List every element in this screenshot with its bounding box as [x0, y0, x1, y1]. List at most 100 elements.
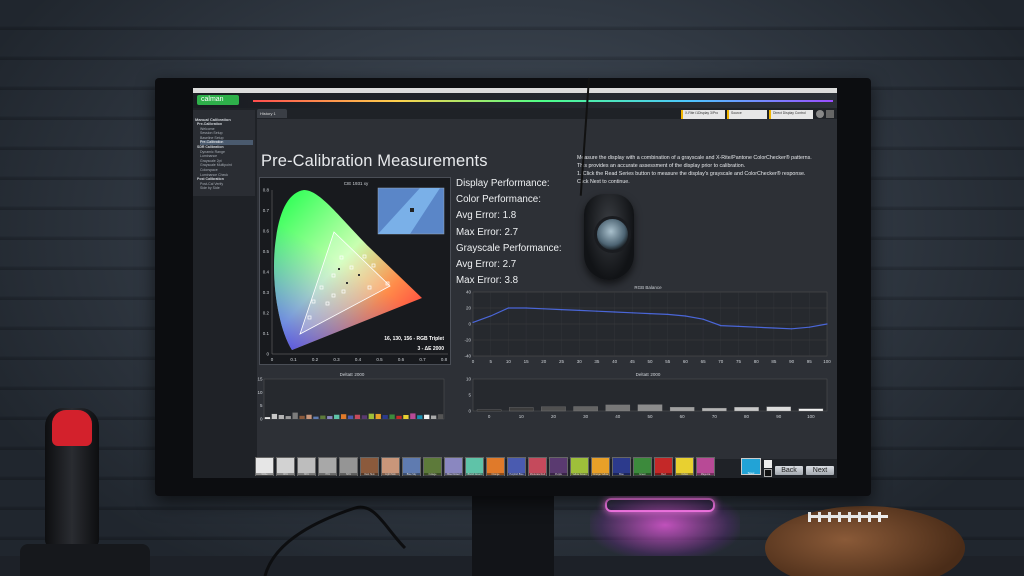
- pattern-swatch[interactable]: Dark Skin: [360, 457, 379, 476]
- deltae-right-y-tick: 5: [468, 393, 471, 398]
- rgb-point: [737, 325, 740, 327]
- swatch-label: Light Skin: [382, 473, 399, 476]
- pattern-swatch[interactable]: Orange Yellow: [591, 457, 610, 476]
- deltae-bar: [271, 413, 278, 419]
- pattern-swatch[interactable]: Magenta: [696, 457, 715, 476]
- rgb-x-tick: 25: [559, 359, 565, 364]
- pattern-swatch[interactable]: Blue Sky: [402, 457, 421, 476]
- pattern-swatch[interactable]: Orange: [486, 457, 505, 476]
- rgb-point: [543, 308, 545, 310]
- swatch-label: 60%: [340, 473, 357, 476]
- close-icon[interactable]: [826, 110, 834, 118]
- deltae-bar: [437, 414, 444, 419]
- pattern-swatch[interactable]: Red: [654, 457, 673, 476]
- swatch-label: 80%: [298, 473, 315, 476]
- color-performance-heading: Color Performance:: [456, 194, 541, 206]
- rgb-y-tick: 40: [466, 290, 472, 295]
- pattern-swatch[interactable]: 80%: [297, 457, 316, 476]
- cie-x-tick: 0: [271, 357, 274, 362]
- rgb-x-tick: 85: [771, 359, 777, 364]
- rgb-x-tick: 45: [630, 359, 636, 364]
- rgb-x-tick: 90: [789, 359, 795, 364]
- rgb-point: [720, 325, 722, 327]
- pattern-swatch[interactable]: Blue Flower: [444, 457, 463, 476]
- rgb-x-tick: 55: [665, 359, 671, 364]
- pattern-swatch[interactable]: Foliage: [423, 457, 442, 476]
- pattern-swatch[interactable]: 70%: [318, 457, 337, 476]
- rgb-x-tick: 20: [541, 359, 547, 364]
- cie-chart: CIE 1931 xy 0 0.1 0.2 0.3 0.4 0.5 0.6 0.7 0.8 0 0.…: [259, 177, 451, 365]
- deltae-bar: [417, 415, 423, 419]
- tab-history[interactable]: History 1: [257, 109, 287, 118]
- rgb-x-tick: 75: [736, 359, 742, 364]
- swatch-label: Dark Skin: [361, 473, 378, 476]
- cie-y-tick: 0.5: [263, 249, 270, 254]
- joystick-red-top: [52, 410, 92, 446]
- deltae-right-x-tick: 40: [615, 414, 621, 419]
- sidebar-item[interactable]: Side by Side: [200, 186, 253, 191]
- deltae-gray-bar: [734, 407, 759, 412]
- cie-x-tick: 0.6: [398, 357, 405, 362]
- play-icon[interactable]: [764, 460, 772, 468]
- instructions: Measure the display with a combination o…: [577, 154, 829, 186]
- deltae-right-x-tick: 100: [807, 414, 815, 419]
- deltae-gray-bar: [509, 407, 534, 412]
- page-title: Pre-Calibration Measurements: [261, 152, 488, 170]
- rgb-x-tick: 95: [807, 359, 813, 364]
- deltae-bar: [347, 415, 354, 419]
- pattern-swatch[interactable]: Light Skin: [381, 457, 400, 476]
- deltae-bar: [292, 412, 298, 419]
- deltae-bar: [313, 416, 319, 419]
- rgb-x-tick: 40: [612, 359, 618, 364]
- pattern-swatch[interactable]: Yellow Green: [570, 457, 589, 476]
- color-max-error: Max Error: 2.7: [456, 226, 519, 238]
- monitor-stand: [472, 494, 554, 576]
- deltae-bar: [264, 417, 271, 419]
- monitor-screen: calman Manual Calibration Pre-Calibratio…: [193, 88, 837, 478]
- swatch-label: Bluish Green: [466, 473, 483, 476]
- rainbow-bar: [253, 100, 833, 102]
- swatch-label: Moderate Red: [529, 473, 546, 476]
- pattern-swatch[interactable]: 90%: [276, 457, 295, 476]
- deltae-right-x-tick: 70: [712, 414, 718, 419]
- swatch-label: Purple: [550, 473, 567, 476]
- instruction-line: This provides an accurate assessment of …: [577, 163, 746, 169]
- next-button[interactable]: Next: [806, 466, 834, 475]
- deltae-gray-bar: [798, 408, 824, 412]
- settings-icon[interactable]: [816, 110, 824, 118]
- swatch-label: Yellow: [676, 473, 693, 476]
- grayscale-performance-heading: Grayscale Performance:: [456, 242, 562, 254]
- pattern-swatch[interactable]: Blue: [612, 457, 631, 476]
- swatch-label: 90%: [277, 473, 294, 476]
- pattern-swatch[interactable]: Yellow: [675, 457, 694, 476]
- deltae-left-y-tick: 0: [260, 417, 263, 422]
- pattern-swatch[interactable]: White: [255, 457, 274, 476]
- cie-y-tick: 0.6: [263, 229, 270, 234]
- pattern-swatch[interactable]: Moderate Red: [528, 457, 547, 476]
- cie-x-tick: 0.5: [376, 357, 383, 362]
- pattern-swatch[interactable]: Purplish Blue: [507, 457, 526, 476]
- deltae-right-x-tick: 80: [744, 414, 750, 419]
- deltae-gray-bar: [637, 404, 663, 412]
- swatch-label: White: [256, 473, 273, 476]
- pattern-swatch[interactable]: Bluish Green: [465, 457, 484, 476]
- deltae-bar: [382, 415, 388, 419]
- cie-x-tick: 0.2: [312, 357, 319, 362]
- rgb-point: [525, 307, 527, 309]
- cie-title: CIE 1931 xy: [344, 181, 369, 186]
- pattern-swatch[interactable]: Purple: [549, 457, 568, 476]
- pattern-swatch[interactable]: Green: [633, 457, 652, 476]
- stop-icon[interactable]: [764, 469, 772, 477]
- rgb-point: [560, 309, 563, 311]
- deltae-bar: [306, 414, 312, 419]
- cie-y-tick: 0.4: [263, 270, 270, 275]
- deltae-bar: [278, 415, 284, 419]
- rgb-y-tick: 0: [468, 322, 471, 327]
- cie-x-tick: 0.4: [355, 357, 362, 362]
- rgb-point: [507, 307, 509, 309]
- rgb-x-tick: 80: [754, 359, 760, 364]
- deltae-bar: [430, 415, 437, 419]
- cie-y-tick: 0: [266, 352, 269, 357]
- pattern-swatch[interactable]: 60%: [339, 457, 358, 476]
- back-button[interactable]: Back: [775, 466, 803, 475]
